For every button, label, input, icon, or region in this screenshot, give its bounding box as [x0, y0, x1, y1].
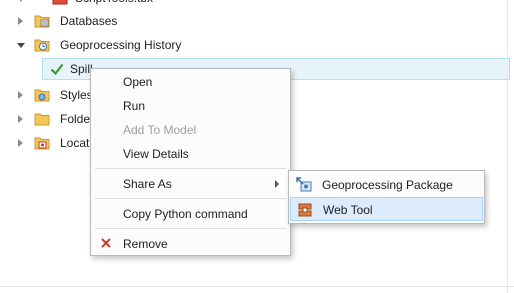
expand-arrow-icon[interactable]: [18, 17, 23, 25]
menu-item-label: Web Tool: [323, 203, 373, 217]
panel-border-right: [507, 0, 508, 293]
web-tool-icon: [298, 203, 312, 217]
history-folder-icon: [34, 39, 50, 52]
menu-item-share-as[interactable]: Share As: [91, 172, 290, 196]
menu-separator: [95, 168, 286, 169]
menu-item-copy-python-command[interactable]: Copy Python command: [91, 202, 290, 226]
tree-item-label: Databases: [60, 14, 118, 28]
menu-item-label: View Details: [123, 147, 189, 161]
databases-folder-icon: [34, 15, 50, 28]
locators-icon: [34, 137, 50, 150]
menu-item-label: Run: [123, 99, 146, 113]
tree-item-label: Geoprocessing History: [60, 38, 182, 52]
menu-item-web-tool[interactable]: Web Tool: [290, 197, 483, 221]
styles-icon: [34, 89, 50, 102]
menu-separator: [95, 228, 286, 229]
expand-arrow-icon[interactable]: [18, 115, 23, 123]
tree-item-locators[interactable]: Locat: [16, 132, 96, 154]
menu-item-run[interactable]: Run: [91, 94, 290, 118]
menu-item-geoprocessing-package[interactable]: Geoprocessing Package: [290, 173, 483, 197]
tree-item-styles[interactable]: Styles: [16, 84, 96, 106]
menu-item-label: Add To Model: [123, 123, 197, 137]
tree-item-label: Styles: [60, 88, 93, 102]
success-check-icon: [50, 63, 64, 76]
expand-arrow-icon[interactable]: [20, 0, 25, 2]
menu-item-label: Remove: [123, 237, 168, 251]
submenu-arrow-icon: [275, 180, 279, 188]
menu-item-label: Copy Python command: [123, 207, 248, 221]
panel-border-bottom: [0, 286, 514, 287]
menu-item-add-to-model: Add To Model: [91, 118, 290, 142]
tree-item-scripttools[interactable]: ScriptTools.tbx: [20, 0, 234, 9]
menu-separator: [95, 198, 286, 199]
geoprocessing-package-icon: [296, 177, 312, 192]
toolbox-icon: [52, 0, 68, 5]
remove-x-icon: [101, 238, 111, 248]
tree-item-databases[interactable]: Databases: [16, 10, 216, 32]
tree-item-geoprocessing-history[interactable]: Geoprocessing History: [16, 34, 256, 56]
expand-arrow-icon[interactable]: [18, 91, 23, 99]
tree-item-label: ScriptTools.tbx: [75, 0, 153, 9]
collapse-arrow-icon[interactable]: [17, 43, 25, 48]
tree-item-label: Folde: [60, 112, 91, 126]
share-as-submenu: Geoprocessing Package Web Tool: [288, 170, 485, 224]
menu-item-view-details[interactable]: View Details: [91, 142, 290, 166]
menu-item-label: Open: [123, 75, 153, 89]
menu-item-open[interactable]: Open: [91, 70, 290, 94]
menu-item-label: Share As: [123, 177, 172, 191]
tree-item-folders[interactable]: Folde: [16, 108, 96, 130]
context-menu: Open Run Add To Model View Details Share…: [90, 68, 291, 256]
expand-arrow-icon[interactable]: [18, 139, 23, 147]
menu-item-label: Geoprocessing Package: [322, 178, 453, 192]
menu-item-remove[interactable]: Remove: [91, 232, 290, 256]
folder-icon: [34, 113, 50, 126]
tree-item-label: Locat: [60, 136, 90, 150]
